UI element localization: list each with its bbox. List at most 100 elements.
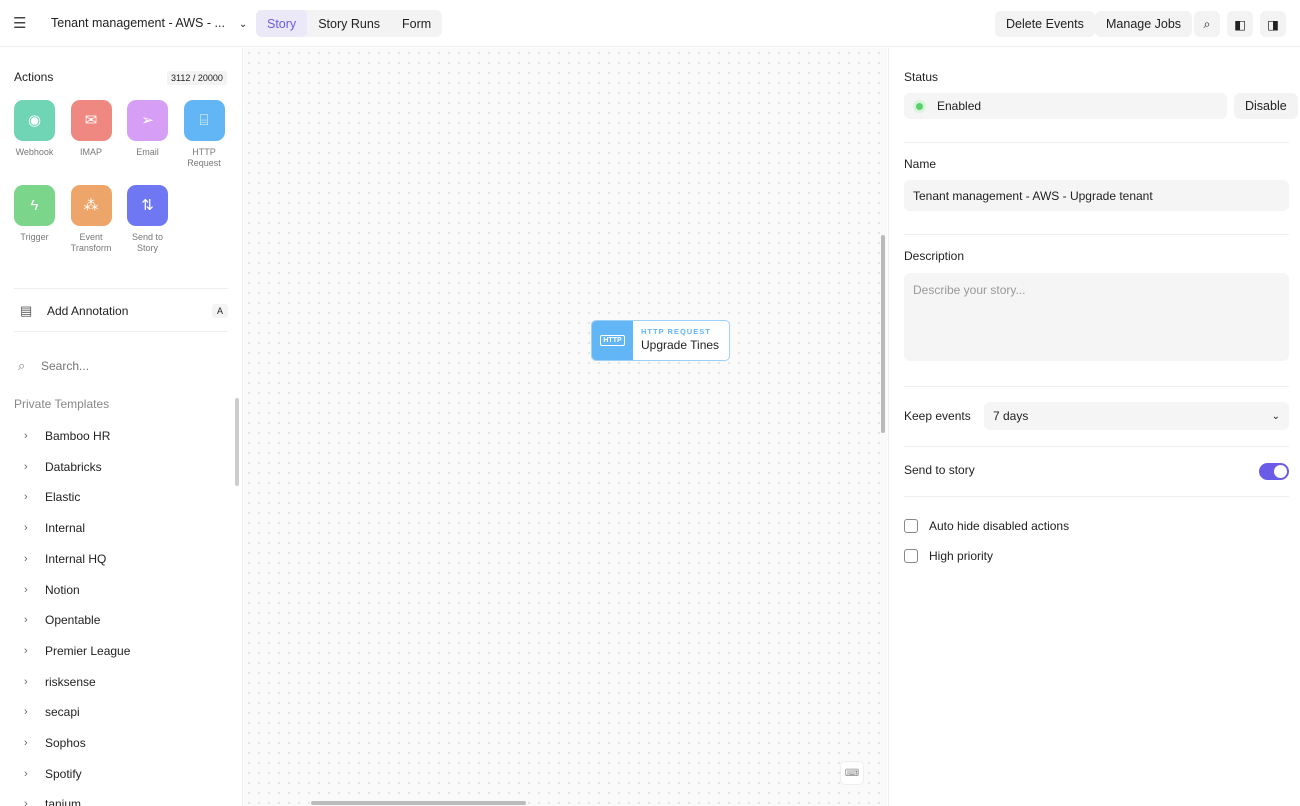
action-label: Webhook <box>15 147 54 157</box>
story-title-dropdown[interactable]: Tenant management - AWS - ... ⌄ <box>51 16 247 30</box>
high-priority-checkbox[interactable]: High priority <box>904 549 993 563</box>
delete-events-button[interactable]: Delete Events <box>995 11 1095 37</box>
name-label: Name <box>904 157 937 171</box>
template-folder[interactable]: › risksense <box>24 675 96 689</box>
actions-grid: ◉ Webhook ✉ IMAP ➢ Email ⌸ HTTP Request ϟ Trigger… <box>14 100 225 254</box>
story-settings-panel: Status Enabled Disable Name Tenant manag… <box>888 48 1300 806</box>
sidebar-scrollbar[interactable] <box>235 398 239 486</box>
action-label: Send to Story <box>131 232 164 253</box>
template-name: risksense <box>45 674 96 689</box>
tab-form[interactable]: Form <box>391 10 442 37</box>
search-input[interactable] <box>41 359 211 373</box>
action-trigger[interactable]: ϟ Trigger <box>14 185 55 254</box>
tab-story[interactable]: Story <box>256 10 308 37</box>
template-name: tanium <box>45 797 82 806</box>
http-icon: HTTP <box>592 321 633 360</box>
keep-events-value: 7 days <box>993 409 1029 423</box>
template-folder[interactable]: › Internal HQ <box>24 552 106 566</box>
action-label: HTTP Request <box>187 147 221 168</box>
template-folder[interactable]: › tanium <box>24 797 81 806</box>
action-node-http-request[interactable]: HTTP HTTP REQUEST Upgrade Tines <box>591 320 730 361</box>
chevron-right-icon: › <box>24 675 28 688</box>
action-label: Trigger <box>20 232 49 242</box>
note-icon: ▤ <box>20 303 33 318</box>
action-email[interactable]: ➢ Email <box>127 100 168 169</box>
send-to-story-label: Send to story <box>904 463 975 477</box>
chevron-down-icon: ⌄ <box>1271 410 1280 422</box>
tab-story-runs[interactable]: Story Runs <box>307 10 391 37</box>
search-field[interactable]: ⌕ <box>18 358 211 374</box>
high-priority-label: High priority <box>929 549 994 563</box>
search-icon: ⌕ <box>18 358 26 373</box>
template-folder[interactable]: › Premier League <box>24 644 130 658</box>
template-name: Databricks <box>45 459 102 474</box>
action-webhook[interactable]: ◉ Webhook <box>14 100 55 169</box>
chevron-right-icon: › <box>24 614 28 627</box>
disable-button[interactable]: Disable <box>1234 93 1298 119</box>
action-label: Event Transform <box>70 232 112 253</box>
manage-jobs-button[interactable]: Manage Jobs <box>1095 11 1193 37</box>
route-icon: ⇅ <box>127 185 168 226</box>
action-http-request[interactable]: ⌸ HTTP Request <box>183 100 225 169</box>
description-label: Description <box>904 249 965 263</box>
keep-events-label: Keep events <box>904 409 971 423</box>
chevron-right-icon: › <box>24 460 28 473</box>
template-name: secapi <box>45 705 80 720</box>
keyboard-shortcuts-button[interactable]: ⌨ <box>840 761 864 785</box>
template-folder[interactable]: › Internal <box>24 521 85 535</box>
add-annotation-button[interactable]: ▤ Add Annotation A <box>20 303 228 319</box>
template-folder[interactable]: › Elastic <box>24 490 80 504</box>
story-canvas[interactable]: HTTP HTTP REQUEST Upgrade Tines ⌨ <box>244 48 887 806</box>
template-name: Elastic <box>45 490 81 505</box>
chevron-right-icon: › <box>24 767 28 780</box>
node-name: Upgrade Tines <box>641 338 720 352</box>
template-folder[interactable]: › Sophos <box>24 736 86 750</box>
canvas-vertical-scrollbar[interactable] <box>881 235 885 433</box>
bolt-icon: ϟ <box>14 185 55 226</box>
template-name: Spotify <box>45 766 82 781</box>
chevron-right-icon: › <box>24 430 28 442</box>
keep-events-select[interactable]: 7 days ⌄ <box>984 402 1289 430</box>
action-label: Email <box>136 147 159 157</box>
story-title: Tenant management - AWS - ... <box>51 16 225 30</box>
template-name: Sophos <box>45 736 86 750</box>
template-name: Notion <box>45 582 80 597</box>
template-name: Opentable <box>45 613 101 628</box>
chevron-down-icon: ⌄ <box>238 19 248 30</box>
chevron-right-icon: › <box>24 491 28 504</box>
template-name: Internal HQ <box>45 551 107 566</box>
search-icon[interactable]: ⌕ <box>1194 11 1220 37</box>
broadcast-icon: ◉ <box>14 100 55 141</box>
chevron-right-icon: › <box>24 706 28 719</box>
action-send-to-story[interactable]: ⇅ Send to Story <box>127 185 168 254</box>
template-folder[interactable]: › Databricks <box>24 460 102 474</box>
chevron-right-icon: › <box>24 583 28 596</box>
description-textarea[interactable]: Describe your story... <box>904 273 1289 361</box>
template-name: Bamboo HR <box>45 429 111 443</box>
chevron-right-icon: › <box>24 552 28 565</box>
menu-icon[interactable]: ☰ <box>13 14 26 32</box>
chevron-right-icon: › <box>24 522 28 535</box>
http-icon: ⌸ <box>183 100 225 141</box>
chevron-right-icon: › <box>24 644 28 657</box>
action-event-transform[interactable]: ⁂ Event Transform <box>70 185 112 254</box>
shapes-icon: ⁂ <box>70 185 112 226</box>
send-to-story-toggle[interactable] <box>1259 463 1289 480</box>
toggle-left-panel-icon[interactable]: ◧ <box>1227 11 1253 37</box>
template-folder[interactable]: › Opentable <box>24 613 100 627</box>
template-folder[interactable]: › Spotify <box>24 767 82 781</box>
send-icon: ➢ <box>127 100 168 141</box>
toggle-right-panel-icon[interactable]: ◨ <box>1260 11 1286 37</box>
view-tabs: Story Story Runs Form <box>256 10 443 37</box>
status-field: Enabled <box>904 93 1227 119</box>
status-value: Enabled <box>937 99 982 113</box>
name-input[interactable]: Tenant management - AWS - Upgrade tenant <box>904 180 1289 211</box>
top-bar: ☰ Tenant management - AWS - ... ⌄ Story S… <box>0 0 1300 47</box>
action-imap[interactable]: ✉ IMAP <box>70 100 112 169</box>
auto-hide-checkbox[interactable]: Auto hide disabled actions <box>904 519 1069 533</box>
canvas-horizontal-scrollbar[interactable] <box>311 801 526 805</box>
template-name: Internal <box>45 521 86 536</box>
template-folder[interactable]: › Bamboo HR <box>24 429 110 443</box>
template-folder[interactable]: › Notion <box>24 583 80 597</box>
template-folder[interactable]: › secapi <box>24 705 80 719</box>
